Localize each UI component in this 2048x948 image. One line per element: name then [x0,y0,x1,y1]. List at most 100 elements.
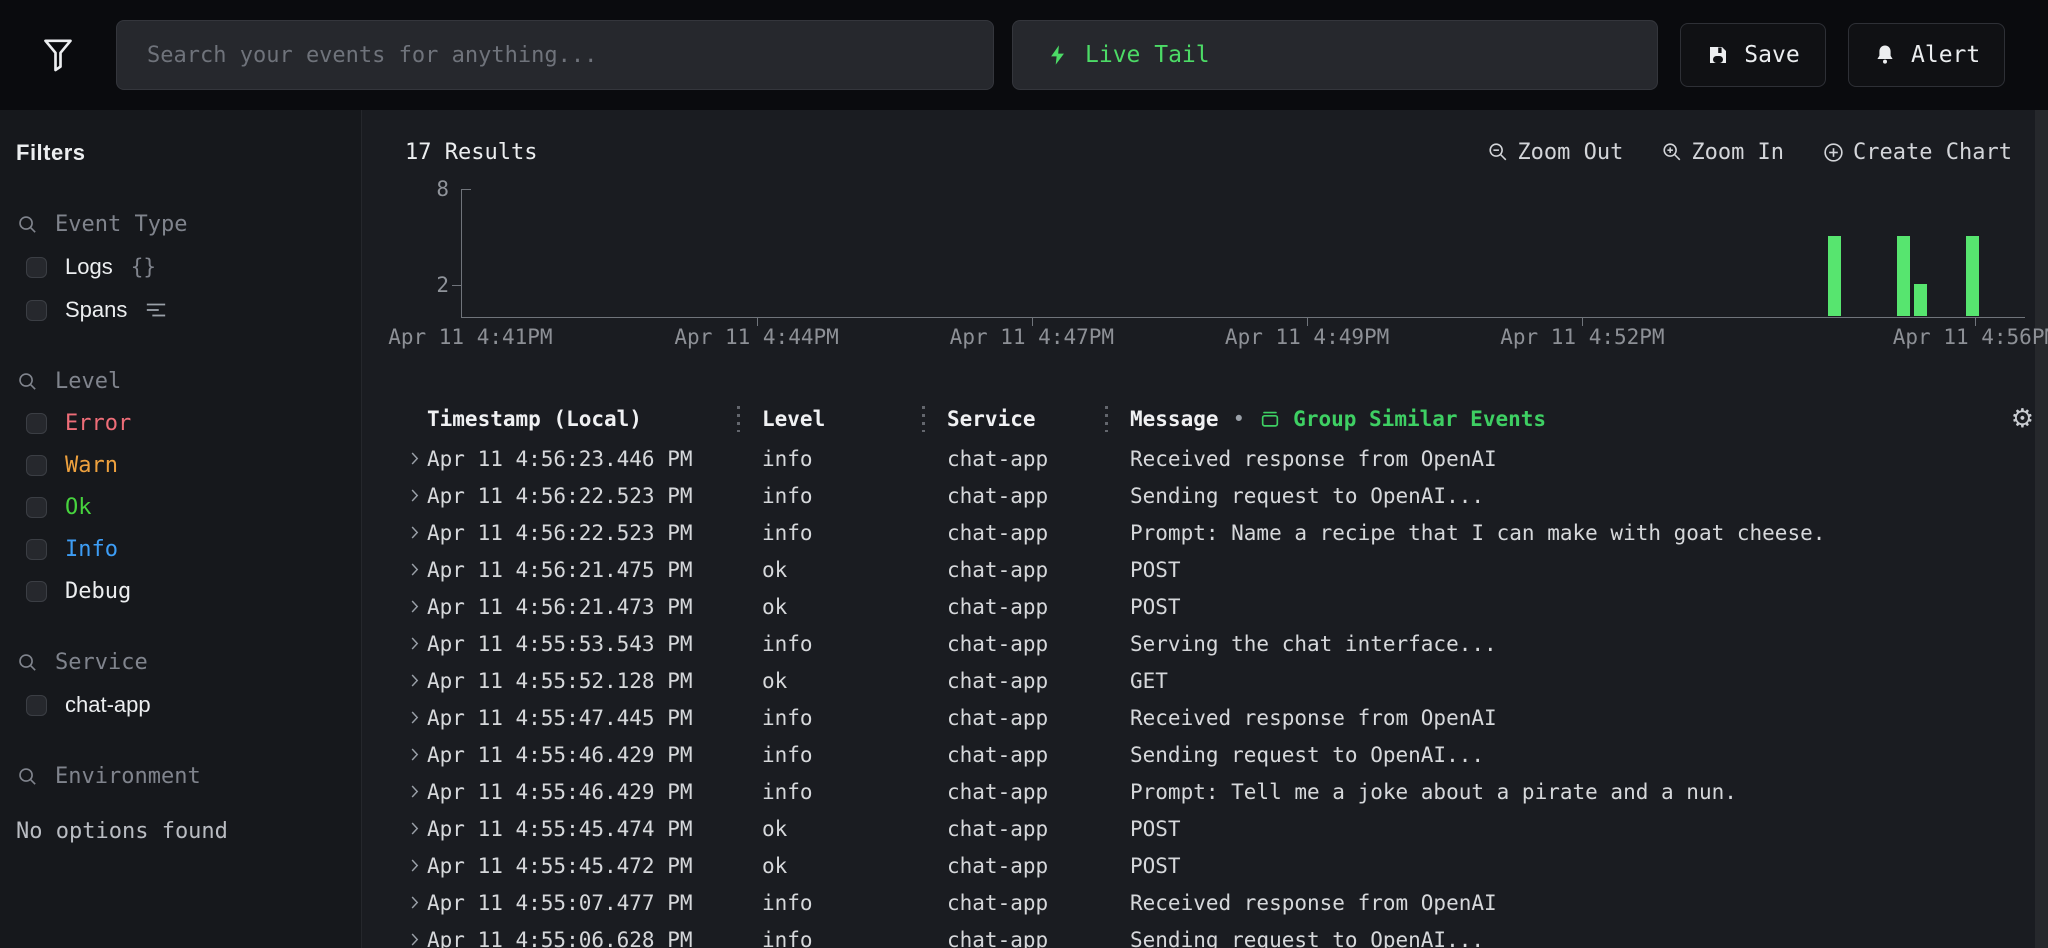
expand-row-button[interactable] [401,745,427,764]
chevron-right-icon [405,634,424,653]
table-row[interactable]: Apr 11 4:55:07.477 PM info chat-app Rece… [362,884,2048,921]
table-row[interactable]: Apr 11 4:55:53.543 PM info chat-app Serv… [362,625,2048,662]
expand-row-button[interactable] [401,486,427,505]
table-row[interactable]: Apr 11 4:55:45.472 PM ok chat-app POST [362,847,2048,884]
table-row[interactable]: Apr 11 4:56:22.523 PM info chat-app Send… [362,477,2048,514]
expand-row-button[interactable] [401,671,427,690]
group-similar-events-button[interactable]: Group Similar Events [1259,407,1546,431]
cell-timestamp: Apr 11 4:56:21.475 PM [427,558,737,582]
event-search-box[interactable] [116,20,994,90]
column-resize-handle[interactable] [922,406,925,432]
checkbox-chat-app[interactable] [26,695,47,716]
filter-option-info[interactable]: Info [16,537,345,562]
cell-level: info [737,743,922,767]
events-histogram[interactable]: 28Apr 11 4:41PMApr 11 4:44PMApr 11 4:47P… [362,184,2048,362]
histogram-bar[interactable] [1828,236,1841,316]
checkbox-error[interactable] [26,413,47,434]
histogram-bar[interactable] [1914,284,1927,316]
search-input[interactable] [147,43,963,68]
cell-message: Sending request to OpenAI... [1105,484,1988,508]
table-row[interactable]: Apr 11 4:55:45.474 PM ok chat-app POST [362,810,2048,847]
filter-option-logs[interactable]: Logs{} [16,254,345,280]
live-tail-button[interactable]: Live Tail [1012,20,1658,90]
expand-row-button[interactable] [401,634,427,653]
table-row[interactable]: Apr 11 4:56:21.473 PM ok chat-app POST [362,588,2048,625]
cell-message: GET [1105,669,1988,693]
cell-timestamp: Apr 11 4:55:46.429 PM [427,780,737,804]
table-row[interactable]: Apr 11 4:55:46.429 PM info chat-app Send… [362,736,2048,773]
expand-row-button[interactable] [401,893,427,912]
filter-option-label: Ok [65,495,92,520]
filter-group-label-environment[interactable]: Environment [16,764,345,789]
save-button[interactable]: Save [1680,23,1826,87]
expand-row-button[interactable] [401,708,427,727]
column-resize-handle[interactable] [1105,406,1108,432]
col-header-message[interactable]: Message • Group Similar Events [1105,398,1988,440]
checkbox-warn[interactable] [26,455,47,476]
cell-timestamp: Apr 11 4:55:45.474 PM [427,817,737,841]
table-row[interactable]: Apr 11 4:55:47.445 PM info chat-app Rece… [362,699,2048,736]
filter-option-ok[interactable]: Ok [16,495,345,520]
cell-timestamp: Apr 11 4:55:06.628 PM [427,928,737,948]
filter-group-label-event-type[interactable]: Event Type [16,212,345,237]
col-header-timestamp[interactable]: Timestamp (Local) [427,398,737,440]
expand-row-button[interactable] [401,449,427,468]
checkbox-logs[interactable] [26,257,47,278]
chevron-right-icon [405,597,424,616]
expand-row-button[interactable] [401,856,427,875]
cell-service: chat-app [922,780,1105,804]
alert-label: Alert [1911,42,1980,68]
histogram-bar[interactable] [1897,236,1910,316]
expand-row-button[interactable] [401,560,427,579]
table-row[interactable]: Apr 11 4:56:22.523 PM info chat-app Prom… [362,514,2048,551]
lightning-bolt-icon [1047,42,1069,68]
bell-icon [1873,43,1897,67]
table-row[interactable]: Apr 11 4:55:46.429 PM info chat-app Prom… [362,773,2048,810]
chevron-right-icon [405,486,424,505]
cell-timestamp: Apr 11 4:55:53.543 PM [427,632,737,656]
checkbox-info[interactable] [26,539,47,560]
cell-level: ok [737,558,922,582]
checkbox-spans[interactable] [26,300,47,321]
filter-group-label-level[interactable]: Level [16,369,345,394]
expand-row-button[interactable] [401,819,427,838]
filter-group-label-service[interactable]: Service [16,650,345,675]
expand-row-button[interactable] [401,523,427,542]
funnel-icon[interactable] [38,35,78,75]
table-row[interactable]: Apr 11 4:55:52.128 PM ok chat-app GET [362,662,2048,699]
col-header-level[interactable]: Level [737,398,922,440]
results-count: 17 Results [405,140,537,165]
chevron-right-icon [405,523,424,542]
save-icon [1706,43,1730,67]
cell-message: Received response from OpenAI [1105,706,1988,730]
filter-option-debug[interactable]: Debug [16,579,345,604]
expand-row-button[interactable] [401,930,427,948]
cell-level: ok [737,817,922,841]
cell-message: Sending request to OpenAI... [1105,743,1988,767]
histogram-bar[interactable] [1966,236,1979,316]
cell-level: ok [737,595,922,619]
expand-row-button[interactable] [401,597,427,616]
col-header-service[interactable]: Service [922,398,1105,440]
filter-option-chat-app[interactable]: chat-app [16,692,345,718]
column-resize-handle[interactable] [737,406,740,432]
table-row[interactable]: Apr 11 4:56:23.446 PM info chat-app Rece… [362,440,2048,477]
alert-button[interactable]: Alert [1848,23,2005,87]
zoom-in-button[interactable]: Zoom In [1661,140,1784,165]
y-axis-top-cap [461,189,471,190]
zoom-out-button[interactable]: Zoom Out [1487,140,1623,165]
search-icon [16,213,39,236]
checkbox-ok[interactable] [26,497,47,518]
checkbox-debug[interactable] [26,581,47,602]
cell-message: Received response from OpenAI [1105,447,1988,471]
create-chart-button[interactable]: Create Chart [1822,140,2012,165]
filter-option-warn[interactable]: Warn [16,453,345,478]
filter-option-error[interactable]: Error [16,411,345,436]
filter-option-spans[interactable]: Spans [16,297,345,323]
x-tick-label: Apr 11 4:47PM [950,325,1114,349]
table-settings-gear-icon[interactable]: ⚙ [2011,406,2034,432]
table-row[interactable]: Apr 11 4:55:06.628 PM info chat-app Send… [362,921,2048,948]
table-row[interactable]: Apr 11 4:56:21.475 PM ok chat-app POST [362,551,2048,588]
expand-row-button[interactable] [401,782,427,801]
cell-service: chat-app [922,447,1105,471]
